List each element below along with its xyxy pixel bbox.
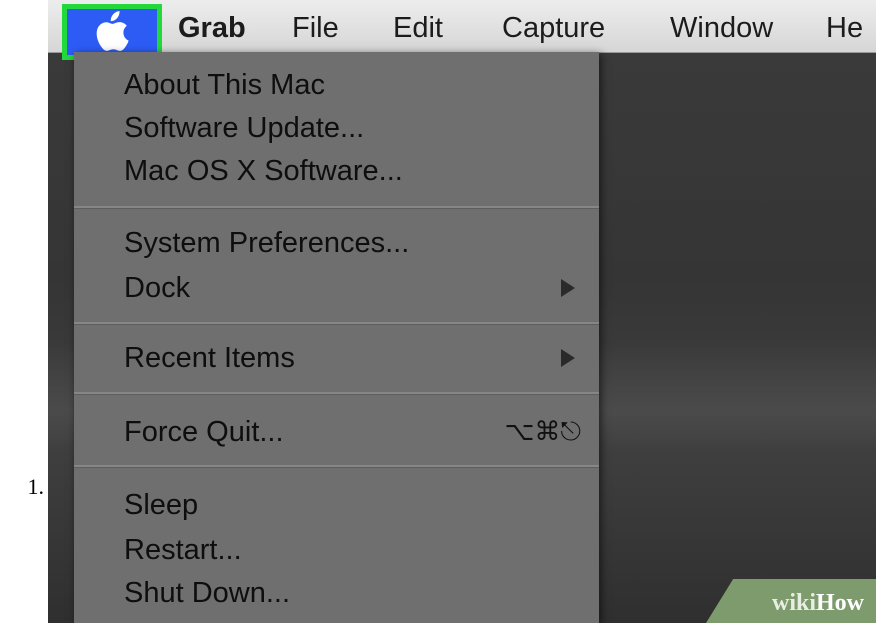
screenshot-frame: Grab File Edit Capture Window He About T… <box>48 0 876 623</box>
menu-item-recent-items[interactable]: Recent Items <box>124 338 295 378</box>
apple-menu-dropdown: About This Mac Software Update... Mac OS… <box>74 52 599 623</box>
menu-item-dock[interactable]: Dock <box>124 268 190 308</box>
menu-item-mac-os-x-software[interactable]: Mac OS X Software... <box>124 151 403 191</box>
menu-file[interactable]: File <box>292 0 339 52</box>
watermark-text: wikiHow <box>772 590 864 617</box>
menu-item-shut-down[interactable]: Shut Down... <box>124 573 290 613</box>
menu-item-system-preferences[interactable]: System Preferences... <box>124 223 409 263</box>
submenu-arrow-icon <box>561 349 575 367</box>
menu-item-software-update[interactable]: Software Update... <box>124 108 364 148</box>
menu-help[interactable]: He <box>826 0 863 52</box>
menu-item-sleep[interactable]: Sleep <box>124 485 198 525</box>
menu-capture[interactable]: Capture <box>502 0 605 52</box>
menu-separator <box>74 322 599 325</box>
menu-item-force-quit[interactable]: Force Quit... <box>124 412 284 452</box>
wikihow-watermark: wikiHow <box>706 579 876 623</box>
menu-edit[interactable]: Edit <box>393 0 443 52</box>
list-number: 1. <box>27 474 45 499</box>
menu-bar: Grab File Edit Capture Window He <box>48 0 876 60</box>
menu-separator <box>74 392 599 395</box>
watermark-how: How <box>816 590 864 616</box>
force-quit-shortcut: ⌥⌘⎋ <box>504 417 581 447</box>
menu-item-about-this-mac[interactable]: About This Mac <box>124 65 325 105</box>
watermark-wiki: wiki <box>771 590 816 616</box>
apple-logo-icon <box>96 11 129 51</box>
menu-separator <box>74 206 599 209</box>
submenu-arrow-icon <box>561 279 575 297</box>
menu-item-restart[interactable]: Restart... <box>124 530 242 570</box>
menu-grab[interactable]: Grab <box>178 0 246 52</box>
menu-separator <box>74 465 599 468</box>
menu-window[interactable]: Window <box>670 0 773 52</box>
